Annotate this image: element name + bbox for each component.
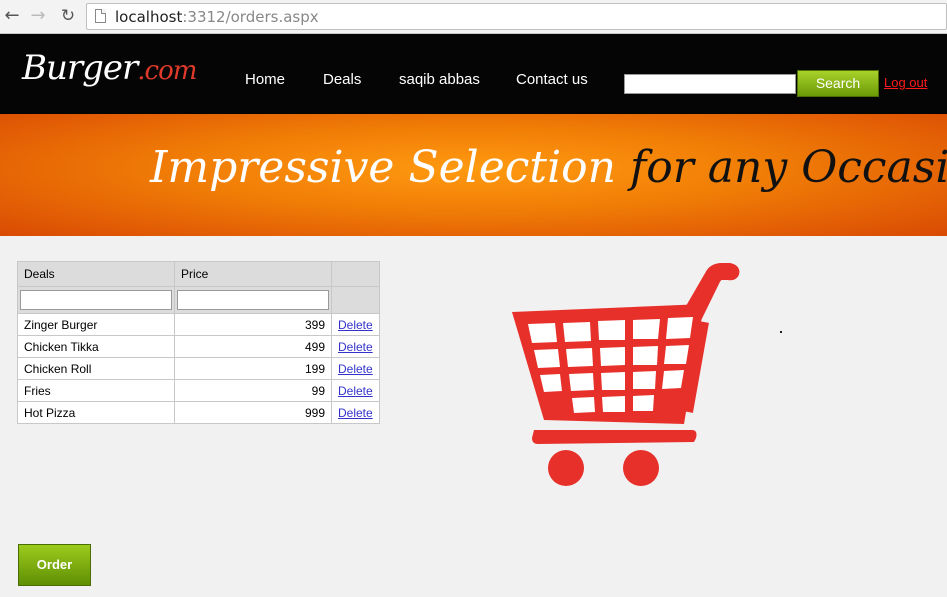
delete-link[interactable]: Delete [338,384,373,398]
column-header-deals[interactable]: Deals [17,261,175,287]
action-cell: Delete [331,335,380,358]
site-header: Burger.com Home Deals saqib abbas Contac… [0,34,947,114]
logo-suffix: .com [137,56,197,86]
nav-home[interactable]: Home [245,71,285,88]
deal-name: Chicken Tikka [17,335,175,358]
deal-price: 999 [174,401,332,424]
grid-header-row: Deals Price [17,261,380,287]
banner-tagline-part2: for any Occasion [629,142,947,193]
url-text: localhost:3312/orders.aspx [115,8,319,26]
deal-name: Chicken Roll [17,357,175,380]
delete-link[interactable]: Delete [338,318,373,332]
browser-toolbar: ← → ↻ localhost:3312/orders.aspx [0,0,947,34]
deal-price: 99 [174,379,332,402]
table-row: Fries 99 Delete [17,379,380,402]
orders-grid: Deals Price Zinger Burger 399 Delete Chi… [17,261,380,424]
banner-tagline-part1: Impressive Selection [150,142,616,193]
table-row: Chicken Roll 199 Delete [17,357,380,380]
action-cell: Delete [331,379,380,402]
address-bar[interactable]: localhost:3312/orders.aspx [86,3,947,30]
deal-name: Fries [17,379,175,402]
nav-contact[interactable]: Contact us [516,71,588,88]
table-row: Zinger Burger 399 Delete [17,313,380,336]
site-logo[interactable]: Burger.com [22,48,197,88]
delete-link[interactable]: Delete [338,340,373,354]
action-cell: Delete [331,313,380,336]
action-cell: Delete [331,357,380,380]
url-host: localhost [115,8,183,26]
banner-tagline: Impressive Selection for any Occasion [150,142,947,193]
nav-user[interactable]: saqib abbas [399,71,480,88]
forward-arrow-icon[interactable]: → [28,6,48,26]
table-row: Hot Pizza 999 Delete [17,401,380,424]
filter-cell-price [174,286,332,314]
stray-dot [780,331,782,333]
table-row: Chicken Tikka 499 Delete [17,335,380,358]
deal-price: 399 [174,313,332,336]
deal-name: Zinger Burger [17,313,175,336]
deal-price: 499 [174,335,332,358]
column-header-price[interactable]: Price [174,261,332,287]
back-arrow-icon[interactable]: ← [2,6,22,26]
page-icon [95,9,106,23]
nav-deals[interactable]: Deals [323,71,361,88]
action-cell: Delete [331,401,380,424]
hero-banner: Impressive Selection for any Occasion [0,114,947,236]
deal-name: Hot Pizza [17,401,175,424]
filter-cell-deals [17,286,175,314]
filter-price-input[interactable] [177,290,329,310]
column-header-actions [331,261,380,287]
grid-filter-row [17,286,380,314]
filter-cell-empty [331,286,380,314]
order-button[interactable]: Order [18,544,91,586]
search-input[interactable] [624,74,796,94]
reload-icon[interactable]: ↻ [58,6,78,26]
search-button[interactable]: Search [797,70,879,97]
deal-price: 199 [174,357,332,380]
logo-main: Burger [22,48,138,88]
delete-link[interactable]: Delete [338,406,373,420]
shopping-cart-icon [512,263,740,486]
delete-link[interactable]: Delete [338,362,373,376]
filter-deals-input[interactable] [20,290,172,310]
logout-link[interactable]: Log out [884,75,927,90]
url-path: :3312/orders.aspx [182,8,319,26]
